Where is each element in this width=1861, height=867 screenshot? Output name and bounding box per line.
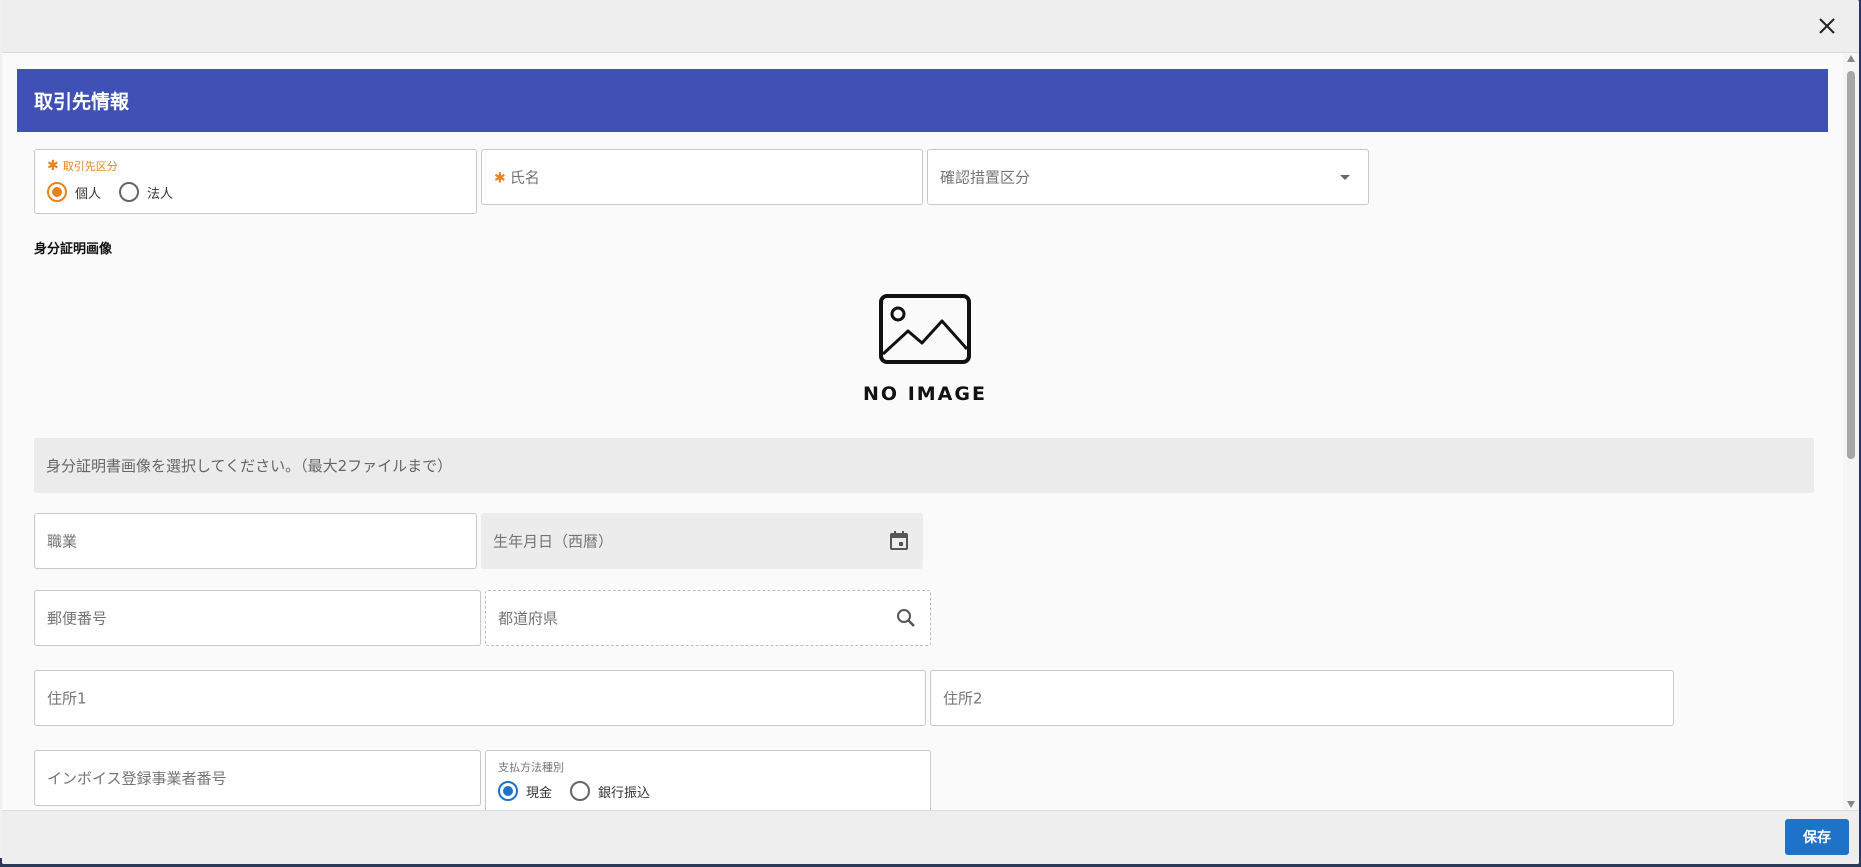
prefecture-placeholder: 都道府県: [498, 609, 559, 628]
partner-type-field: ✱ 取引先区分 個人 法人: [34, 149, 477, 214]
radio-individual[interactable]: [47, 182, 67, 202]
radio-option-cash[interactable]: 現金: [498, 781, 552, 801]
scroll-down-icon[interactable]: [1847, 801, 1855, 808]
occupation-placeholder: 職業: [47, 532, 78, 551]
address2-placeholder: 住所2: [943, 689, 983, 708]
card-title: 取引先情報: [17, 69, 1828, 132]
occupation-field[interactable]: 職業: [34, 513, 477, 569]
radio-label-individual: 個人: [75, 186, 102, 202]
radio-label-bank-transfer: 銀行振込: [598, 785, 651, 801]
payment-method-field: 支払方法種別 現金 銀行振込: [485, 750, 931, 810]
radio-option-individual[interactable]: 個人: [47, 182, 101, 202]
birthdate-placeholder: 生年月日（西暦）: [493, 532, 614, 551]
verification-type-select[interactable]: 確認措置区分: [927, 149, 1369, 205]
vertical-scrollbar[interactable]: [1843, 53, 1859, 810]
search-icon[interactable]: [894, 606, 918, 630]
radio-option-bank-transfer[interactable]: 銀行振込: [570, 781, 650, 801]
required-icon: ✱: [494, 170, 506, 187]
partner-type-radio-group: 個人 法人: [47, 182, 191, 202]
postal-code-field[interactable]: 郵便番号: [34, 590, 481, 646]
address1-placeholder: 住所1: [47, 689, 87, 708]
close-icon[interactable]: [1815, 14, 1839, 38]
dialog-header: [2, 0, 1859, 53]
verification-type-placeholder: 確認措置区分: [940, 168, 1031, 187]
partner-dialog: 取引先情報 ✱ 取引先区分 個人 法人 ✱ 氏名 確認措置区分 身分証明画像 N…: [2, 0, 1859, 864]
image-icon: [879, 294, 971, 364]
name-placeholder: ✱ 氏名: [494, 168, 540, 187]
name-field[interactable]: ✱ 氏名: [481, 149, 923, 205]
save-button[interactable]: 保存: [1785, 819, 1849, 855]
radio-label-cash: 現金: [526, 785, 553, 801]
radio-option-corporation[interactable]: 法人: [119, 182, 173, 202]
invoice-number-placeholder: インボイス登録事業者番号: [47, 769, 227, 788]
prefecture-field[interactable]: 都道府県: [485, 590, 931, 646]
radio-cash[interactable]: [498, 781, 518, 801]
id-image-section-title: 身分証明画像: [34, 242, 113, 257]
payment-method-radio-group: 現金 銀行振込: [498, 781, 668, 801]
payment-method-label: 支払方法種別: [498, 761, 564, 774]
scrollbar-thumb[interactable]: [1847, 71, 1855, 459]
id-image-upload-area[interactable]: 身分証明書画像を選択してください。（最大2ファイルまで）: [34, 438, 1814, 493]
dialog-footer: 保存: [2, 810, 1859, 864]
required-icon: ✱: [47, 158, 59, 174]
no-image-placeholder: NO IMAGE: [862, 293, 988, 405]
scroll-up-icon[interactable]: [1847, 55, 1855, 62]
radio-corporation[interactable]: [119, 182, 140, 202]
radio-label-corporation: 法人: [147, 186, 174, 202]
address1-field[interactable]: 住所1: [34, 670, 926, 726]
partner-type-label: ✱ 取引先区分: [47, 158, 118, 174]
postal-code-placeholder: 郵便番号: [47, 609, 108, 628]
birthdate-field[interactable]: 生年月日（西暦）: [481, 513, 923, 569]
dialog-content: 取引先情報 ✱ 取引先区分 個人 法人 ✱ 氏名 確認措置区分 身分証明画像 N…: [2, 53, 1843, 810]
address2-field[interactable]: 住所2: [930, 670, 1674, 726]
invoice-number-field[interactable]: インボイス登録事業者番号: [34, 750, 481, 806]
chevron-down-icon[interactable]: [1340, 175, 1350, 180]
no-image-text: NO IMAGE: [863, 383, 987, 405]
radio-bank-transfer[interactable]: [570, 781, 591, 801]
calendar-icon[interactable]: [887, 529, 911, 553]
